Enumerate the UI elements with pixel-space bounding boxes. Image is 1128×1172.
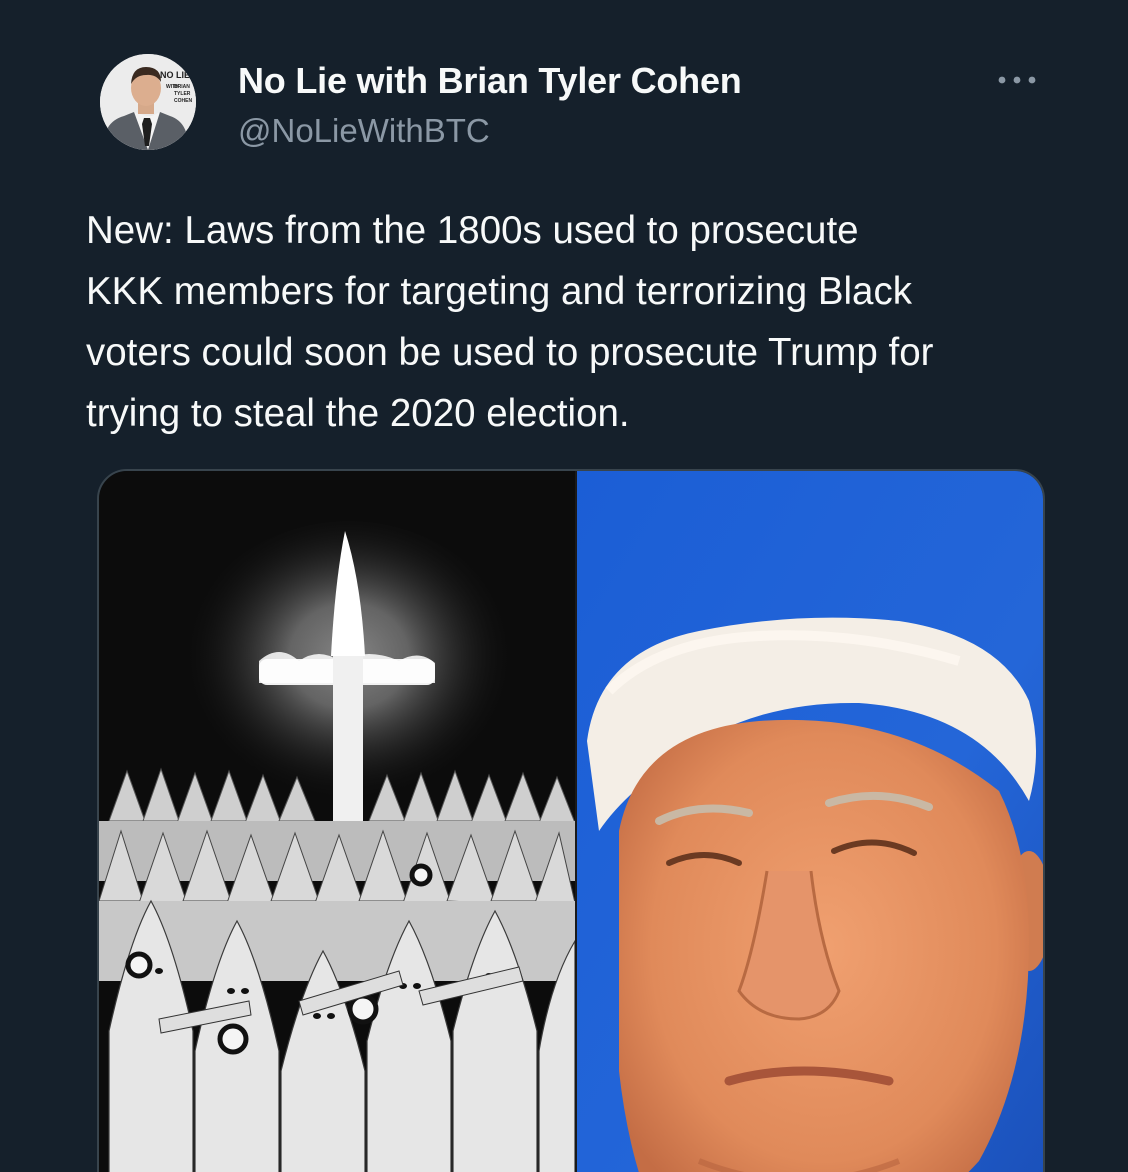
author-name[interactable]: No Lie with Brian Tyler Cohen [238, 60, 742, 102]
left-photo [99, 471, 576, 1172]
avatar-logo-line-5: COHEN [174, 98, 192, 104]
avatar-logo-line-3: BRIAN [174, 84, 190, 90]
avatar-logo-line-4: TYLER [174, 91, 191, 97]
tweet-text: New: Laws from the 1800s used to prosecu… [86, 209, 934, 435]
tweet: NO LIE WITH BRIAN TYLER COHEN No Lie wit… [0, 0, 1128, 1172]
avatar[interactable]: NO LIE WITH BRIAN TYLER COHEN [100, 54, 196, 150]
more-horizontal-icon [998, 76, 1036, 84]
author-handle[interactable]: @NoLieWithBTC [238, 112, 490, 150]
tweet-media[interactable] [97, 469, 1045, 1172]
media-image [99, 471, 1043, 1172]
more-options-button[interactable] [990, 60, 1044, 100]
avatar-image: NO LIE WITH BRIAN TYLER COHEN [100, 54, 196, 150]
avatar-logo-line-1: NO LIE [160, 70, 190, 80]
right-photo [577, 471, 1043, 1172]
